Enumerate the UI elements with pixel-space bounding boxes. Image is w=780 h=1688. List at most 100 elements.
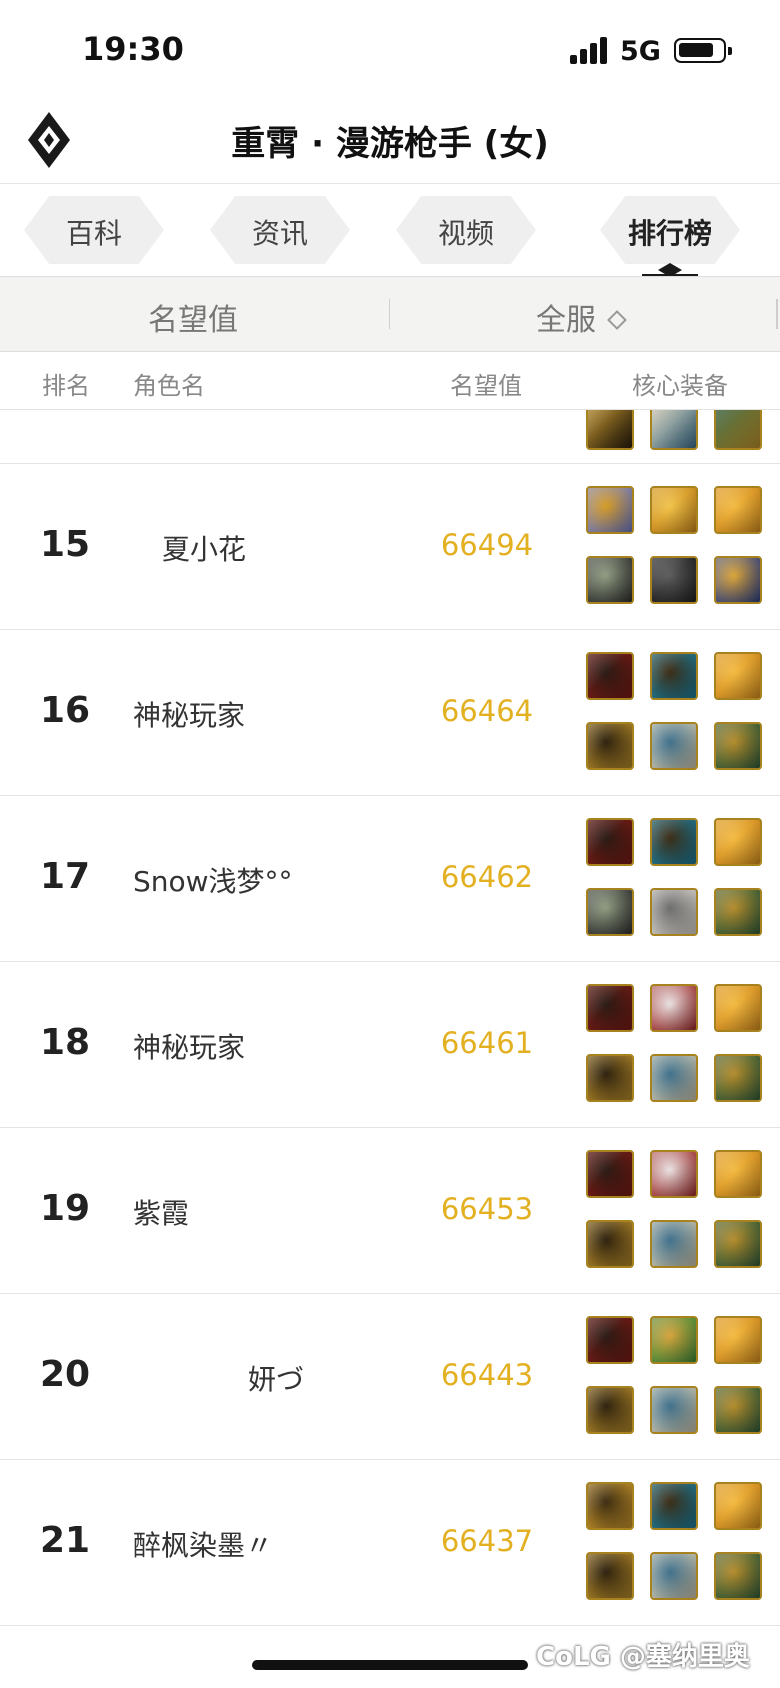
filter-bar: 名望值 全服 — [0, 276, 780, 352]
col-name: 角色名 — [133, 372, 205, 400]
table-row[interactable]: 20 妍づ 66443 — [0, 1294, 780, 1460]
fame-score: 66464 — [440, 694, 534, 728]
active-tab-indicator-icon — [642, 262, 698, 277]
equipment-icon[interactable] — [714, 1386, 762, 1434]
equipment-icon[interactable] — [586, 1316, 634, 1364]
equipment-icon[interactable] — [650, 1150, 698, 1198]
equipment-icon[interactable] — [650, 722, 698, 770]
equipment-icon[interactable] — [650, 1386, 698, 1434]
col-score: 名望值 — [450, 372, 522, 400]
tab-video[interactable]: 视频 — [396, 196, 536, 264]
equipment-icon[interactable] — [714, 888, 762, 936]
equipment-icon[interactable] — [650, 486, 698, 534]
equipment-icon[interactable] — [586, 1220, 634, 1268]
equipment-icon[interactable] — [586, 818, 634, 866]
rank-number: 18 — [39, 1022, 91, 1063]
equipment-icon[interactable] — [714, 486, 762, 534]
server-filter[interactable]: 全服 — [536, 295, 627, 339]
network-label: 5G — [620, 36, 661, 67]
equipment-icon[interactable] — [650, 1054, 698, 1102]
equipment-icon[interactable] — [714, 1482, 762, 1530]
equipment-icon[interactable] — [714, 722, 762, 770]
character-name[interactable]: 妍づ — [248, 1358, 304, 1398]
equipment-icon[interactable] — [586, 652, 634, 700]
equipment-icon[interactable] — [714, 1552, 762, 1600]
table-row[interactable]: 17 Snow浅梦°° 66462 — [0, 796, 780, 962]
equipment-icon[interactable] — [586, 1054, 634, 1102]
server-filter-label: 全服 — [536, 303, 596, 338]
equipment-icon[interactable] — [650, 818, 698, 866]
equipment-icon[interactable] — [714, 984, 762, 1032]
character-name[interactable]: 醉枫染墨〃 — [133, 1524, 273, 1564]
rank-number: 16 — [39, 690, 91, 731]
character-name[interactable]: 神秘玩家 — [133, 694, 245, 734]
battery-icon — [674, 38, 732, 63]
character-name[interactable]: Snow浅梦°° — [133, 860, 293, 900]
equipment-icon[interactable] — [650, 410, 698, 450]
equipment-icon[interactable] — [714, 410, 762, 450]
equipment-icon[interactable] — [650, 652, 698, 700]
tab-label: 百科 — [65, 217, 122, 250]
table-row[interactable]: 18 神秘玩家 66461 — [0, 962, 780, 1128]
tab-ranking[interactable]: 排行榜 — [600, 196, 740, 264]
fame-filter[interactable]: 名望值 — [148, 295, 238, 339]
equipment-icon[interactable] — [586, 1150, 634, 1198]
equipment-icon[interactable] — [714, 652, 762, 700]
status-time: 19:30 — [82, 30, 184, 68]
equipment-icon[interactable] — [650, 984, 698, 1032]
rank-number: 15 — [39, 524, 91, 565]
rank-number: 20 — [39, 1354, 91, 1395]
rank-number: 21 — [39, 1520, 91, 1561]
equipment-icon[interactable] — [586, 888, 634, 936]
equipment-icon[interactable] — [714, 818, 762, 866]
equipment-icon[interactable] — [714, 1220, 762, 1268]
tab-label: 视频 — [437, 217, 494, 250]
fame-score: 66494 — [440, 528, 534, 562]
fame-score: 66462 — [440, 860, 534, 894]
equipment-icon[interactable] — [586, 486, 634, 534]
table-row[interactable]: 16 神秘玩家 66464 — [0, 630, 780, 796]
equipment-icon[interactable] — [586, 556, 634, 604]
equipment-icon[interactable] — [650, 556, 698, 604]
character-name[interactable]: 紫霞 — [133, 1192, 189, 1232]
equipment-icon[interactable] — [586, 410, 634, 450]
col-equipment: 核心装备 — [632, 372, 728, 400]
equipment-icon[interactable] — [650, 1482, 698, 1530]
table-row-partial[interactable] — [0, 410, 780, 464]
equipment-icon[interactable] — [586, 722, 634, 770]
table-row[interactable]: 15 夏小花 66494 — [0, 464, 780, 630]
equipment-icon[interactable] — [714, 1054, 762, 1102]
filter-edge — [776, 299, 778, 329]
equipment-icon[interactable] — [586, 1482, 634, 1530]
page-title: 重霄 · 漫游枪手 (女) — [231, 124, 549, 164]
tab-news[interactable]: 资讯 — [210, 196, 350, 264]
watermark: CoLG @塞纳里奥 — [536, 1642, 750, 1672]
rank-number: 17 — [39, 856, 91, 897]
home-indicator[interactable] — [252, 1660, 528, 1670]
signal-icon — [570, 36, 610, 64]
filter-divider — [389, 299, 390, 329]
character-name[interactable]: 夏小花 — [162, 528, 246, 568]
equipment-icon[interactable] — [650, 1220, 698, 1268]
character-name[interactable]: 神秘玩家 — [133, 1026, 245, 1066]
equipment-icon[interactable] — [714, 1150, 762, 1198]
table-row[interactable]: 21 醉枫染墨〃 66437 — [0, 1460, 780, 1626]
equipment-icon[interactable] — [586, 1552, 634, 1600]
fame-score: 66453 — [440, 1192, 534, 1226]
equipment-icon[interactable] — [650, 888, 698, 936]
table-row[interactable]: 19 紫霞 66453 — [0, 1128, 780, 1294]
equipment-icon[interactable] — [586, 984, 634, 1032]
tab-label: 排行榜 — [627, 217, 712, 250]
tab-wiki[interactable]: 百科 — [24, 196, 164, 264]
rank-number: 19 — [39, 1188, 91, 1229]
equipment-icon[interactable] — [714, 1316, 762, 1364]
equipment-icon[interactable] — [714, 556, 762, 604]
equipment-icon[interactable] — [650, 1316, 698, 1364]
fame-score: 66461 — [440, 1026, 534, 1060]
equipment-icon[interactable] — [586, 1386, 634, 1434]
page-header: 重霄 · 漫游枪手 (女) — [0, 100, 780, 184]
col-rank: 排名 — [42, 372, 90, 400]
status-bar: 19:30 5G — [0, 0, 780, 100]
fame-score: 66443 — [440, 1358, 534, 1392]
equipment-icon[interactable] — [650, 1552, 698, 1600]
